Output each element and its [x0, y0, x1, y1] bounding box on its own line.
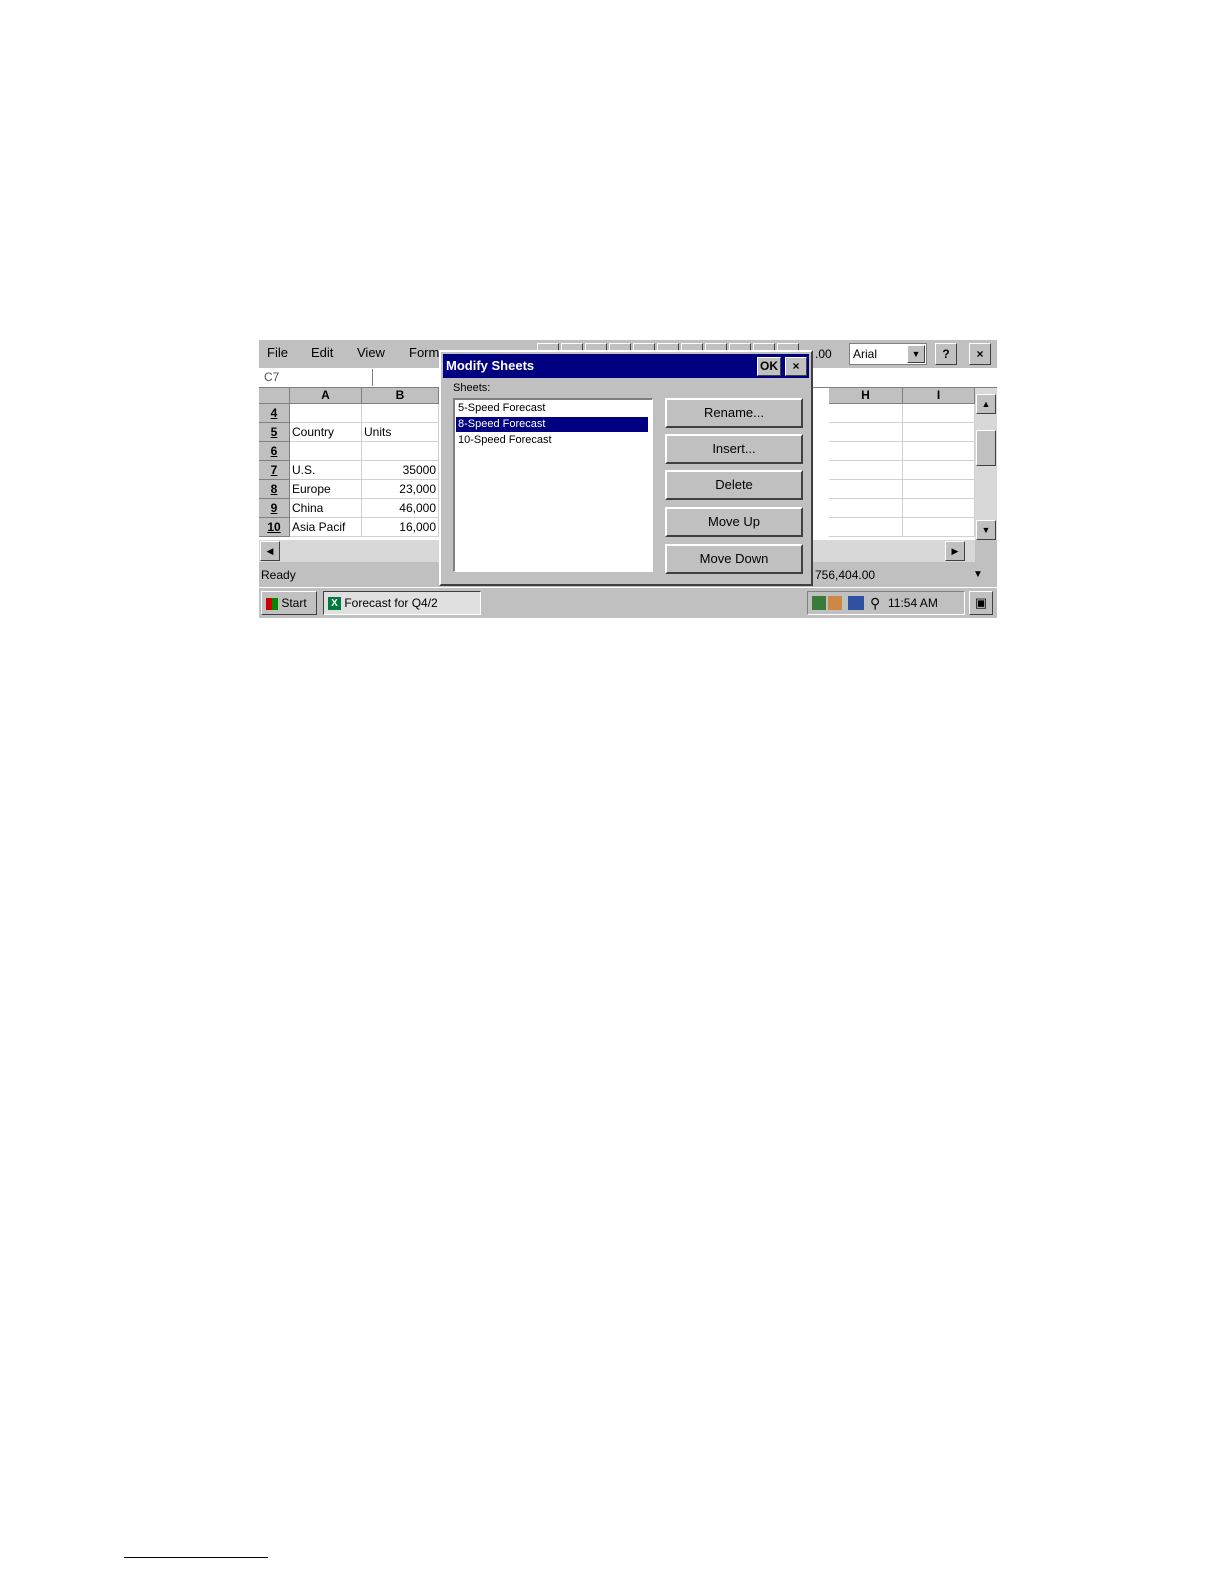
- cell-h[interactable]: [829, 518, 903, 537]
- cell-b[interactable]: 23,000: [362, 480, 439, 499]
- decimal-button-label[interactable]: .00: [815, 343, 843, 365]
- cell-b[interactable]: 35000: [362, 461, 439, 480]
- desktop-icon[interactable]: ▣: [969, 591, 993, 615]
- connection-icon[interactable]: [812, 596, 826, 610]
- sheets-label: Sheets:: [453, 382, 491, 394]
- taskbar-app-label: Forecast for Q4/2: [344, 596, 438, 610]
- status-text: Ready: [261, 568, 296, 582]
- cell-a[interactable]: [290, 442, 362, 461]
- row-header[interactable]: 9: [259, 499, 290, 518]
- row-header[interactable]: 5: [259, 423, 290, 442]
- row-header[interactable]: 7: [259, 461, 290, 480]
- scroll-left-arrow-icon[interactable]: ◀: [260, 541, 280, 561]
- menu-view[interactable]: View: [357, 345, 385, 360]
- move-up-button[interactable]: Move Up: [665, 507, 803, 537]
- row-header[interactable]: 6: [259, 442, 290, 461]
- status-dropdown-icon[interactable]: ▼: [973, 565, 983, 585]
- keyboard-icon[interactable]: [848, 596, 864, 610]
- delete-button[interactable]: Delete: [665, 470, 803, 500]
- cell-reference-box[interactable]: C7: [261, 369, 373, 386]
- excel-icon: X: [328, 597, 341, 611]
- help-button[interactable]: ?: [935, 343, 957, 365]
- cell-i[interactable]: [903, 442, 975, 461]
- start-label: Start: [281, 596, 307, 610]
- insert-button[interactable]: Insert...: [665, 434, 803, 464]
- cell-i[interactable]: [903, 518, 975, 537]
- menu-edit[interactable]: Edit: [311, 345, 333, 360]
- cell-a[interactable]: Asia Pacif: [290, 518, 362, 537]
- cell-i[interactable]: [903, 423, 975, 442]
- cell-h[interactable]: [829, 461, 903, 480]
- cell-a[interactable]: U.S.: [290, 461, 362, 480]
- scroll-right-arrow-icon[interactable]: ▶: [945, 541, 965, 561]
- cell-a[interactable]: China: [290, 499, 362, 518]
- sheet-list-item[interactable]: 5-Speed Forecast: [456, 401, 648, 416]
- cell-i[interactable]: [903, 480, 975, 499]
- scroll-down-arrow-icon[interactable]: ▼: [976, 520, 996, 540]
- scroll-thumb[interactable]: [976, 430, 996, 466]
- cell-h[interactable]: [829, 404, 903, 423]
- row-header[interactable]: 4: [259, 404, 290, 423]
- start-button[interactable]: Start: [261, 591, 317, 615]
- font-select-value: Arial: [853, 347, 878, 361]
- cell-h[interactable]: [829, 480, 903, 499]
- column-header-h[interactable]: H: [829, 388, 903, 404]
- chevron-down-icon[interactable]: ▼: [907, 345, 925, 363]
- sheet-list-item[interactable]: 10-Speed Forecast: [456, 433, 648, 448]
- cell-i[interactable]: [903, 461, 975, 480]
- vertical-scrollbar[interactable]: ▲ ▼: [975, 388, 997, 540]
- close-app-button[interactable]: ×: [969, 343, 991, 365]
- column-header-b[interactable]: B: [362, 388, 439, 404]
- cell-b[interactable]: 16,000: [362, 518, 439, 537]
- status-sum: 756,404.00: [815, 568, 876, 582]
- cell-h[interactable]: [829, 423, 903, 442]
- sync-icon[interactable]: [828, 596, 842, 610]
- scroll-up-arrow-icon[interactable]: ▲: [976, 394, 996, 414]
- cell-a[interactable]: Europe: [290, 480, 362, 499]
- font-select[interactable]: Arial ▼: [849, 343, 927, 365]
- ok-button[interactable]: OK: [757, 357, 781, 376]
- pocket-excel-screen: File Edit View Form .00 Arial ▼ ? × C7 A…: [259, 340, 997, 618]
- menu-format[interactable]: Form: [409, 345, 439, 360]
- cell-a[interactable]: Country: [290, 423, 362, 442]
- column-header-i[interactable]: I: [903, 388, 975, 404]
- taskbar: Start X Forecast for Q4/2 ⚲ 11:54 AM ▣: [259, 587, 997, 618]
- cell-b[interactable]: Units: [362, 423, 439, 442]
- cell-h[interactable]: [829, 499, 903, 518]
- cell-b[interactable]: [362, 404, 439, 423]
- close-icon[interactable]: ×: [785, 357, 807, 376]
- footnote-rule: [124, 1557, 268, 1558]
- clock[interactable]: 11:54 AM: [888, 592, 938, 614]
- system-tray: ⚲ 11:54 AM: [807, 591, 965, 615]
- cell-b[interactable]: 46,000: [362, 499, 439, 518]
- cell-b[interactable]: [362, 442, 439, 461]
- cell-h[interactable]: [829, 442, 903, 461]
- windows-logo-icon: [266, 597, 278, 610]
- sheet-list-item-selected[interactable]: 8-Speed Forecast: [456, 417, 648, 432]
- column-header-a[interactable]: A: [290, 388, 362, 404]
- corner-select-all[interactable]: [259, 388, 290, 404]
- taskbar-app-button[interactable]: X Forecast for Q4/2: [323, 591, 481, 615]
- rename-button[interactable]: Rename...: [665, 398, 803, 428]
- row-header[interactable]: 10: [259, 518, 290, 537]
- search-icon[interactable]: ⚲: [870, 592, 880, 614]
- modify-sheets-dialog: Modify Sheets OK × Sheets: 5-Speed Forec…: [439, 350, 813, 586]
- cell-i[interactable]: [903, 499, 975, 518]
- sheets-listbox[interactable]: 5-Speed Forecast 8-Speed Forecast 10-Spe…: [453, 398, 653, 572]
- move-down-button[interactable]: Move Down: [665, 544, 803, 574]
- dialog-titlebar: Modify Sheets OK ×: [443, 354, 809, 378]
- cell-i[interactable]: [903, 404, 975, 423]
- dialog-title: Modify Sheets: [446, 358, 535, 373]
- menu-file[interactable]: File: [267, 345, 288, 360]
- row-header[interactable]: 8: [259, 480, 290, 499]
- cell-a[interactable]: [290, 404, 362, 423]
